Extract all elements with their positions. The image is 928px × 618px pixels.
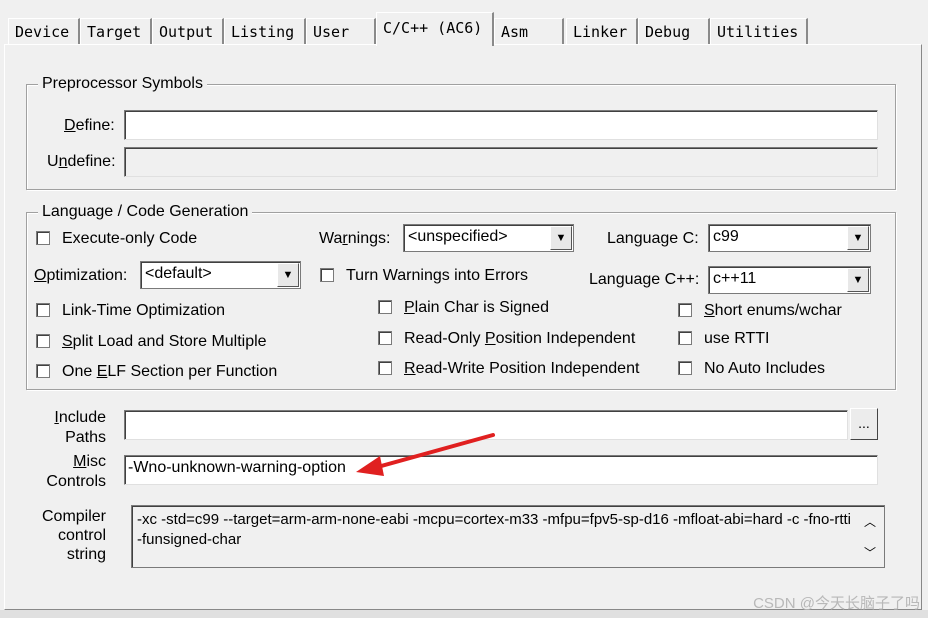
turn-warnings-into-errors-label: Turn Warnings into Errors <box>346 267 528 284</box>
tab-listing[interactable]: Listing <box>224 18 306 44</box>
read-only-position-independent-label: Read-Only Position Independent <box>404 330 636 347</box>
no-auto-includes-checkbox[interactable]: No Auto Includes <box>678 359 825 379</box>
tab-linker[interactable]: Linker <box>566 18 638 44</box>
turn-warnings-into-errors-checkbox[interactable]: Turn Warnings into Errors <box>320 266 528 286</box>
checkbox-box <box>378 361 392 375</box>
split-load-store-checkbox[interactable]: Split Load and Store Multiple <box>36 332 267 352</box>
bottom-strip <box>0 610 928 618</box>
optimization-label: Optimization: <box>34 267 128 284</box>
checkbox-box <box>36 303 50 317</box>
misc-controls-input[interactable]: -Wno-unknown-warning-option <box>124 455 878 485</box>
language-c-value: c99 <box>713 228 739 245</box>
preprocessor-symbols-title: Preprocessor Symbols <box>38 75 207 93</box>
chevron-down-icon[interactable]: ▼ <box>847 226 869 250</box>
chevron-down-icon[interactable]: ﹀ <box>860 543 880 563</box>
use-rtti-checkbox[interactable]: use RTTI <box>678 329 770 349</box>
include-paths-label-line2: Paths <box>65 429 106 446</box>
checkbox-box <box>36 334 50 348</box>
chevron-down-icon[interactable]: ▼ <box>277 263 299 287</box>
short-enums-checkbox[interactable]: Short enums/wchar <box>678 301 842 321</box>
include-paths-label: Include <box>54 409 106 426</box>
checkbox-box <box>378 331 392 345</box>
language-cpp-value: c++11 <box>713 270 757 287</box>
tab-debug[interactable]: Debug <box>638 18 710 44</box>
tab-c-cpp-ac6[interactable]: C/C++ (AC6) <box>376 12 494 46</box>
optimization-select[interactable]: <default> ▼ <box>140 261 301 289</box>
compiler-control-text: -xc -std=c99 --target=arm-arm-none-eabi … <box>137 511 852 548</box>
one-elf-section-label: One ELF Section per Function <box>62 363 278 380</box>
tab-device[interactable]: Device <box>8 18 80 44</box>
read-write-position-independent-checkbox[interactable]: Read-Write Position Independent <box>378 359 639 379</box>
read-write-position-independent-label: Read-Write Position Independent <box>404 360 640 377</box>
annotation-arrow-icon <box>356 433 495 476</box>
link-time-optimization-checkbox[interactable]: Link-Time Optimization <box>36 301 225 321</box>
chevron-up-icon[interactable]: ︿ <box>860 512 880 532</box>
compiler-control-label: Compiler <box>41 508 106 525</box>
warnings-select[interactable]: <unspecified> ▼ <box>403 224 574 252</box>
one-elf-section-checkbox[interactable]: One ELF Section per Function <box>36 362 277 382</box>
checkbox-box <box>378 300 392 314</box>
tab-output[interactable]: Output <box>152 18 224 44</box>
optimization-value: <default> <box>145 265 212 282</box>
warnings-value: <unspecified> <box>408 228 508 245</box>
language-c-label: Language C: <box>607 230 699 247</box>
misc-controls-label-line2: Controls <box>46 473 106 490</box>
tab-bar: Device Target Output Listing User C/C++ … <box>0 0 928 46</box>
tab-target[interactable]: Target <box>80 18 152 44</box>
checkbox-box <box>678 303 692 317</box>
define-label: Define: <box>64 117 115 134</box>
compiler-control-string[interactable]: -xc -std=c99 --target=arm-arm-none-eabi … <box>131 505 885 568</box>
no-auto-includes-label: No Auto Includes <box>704 360 825 377</box>
read-only-position-independent-checkbox[interactable]: Read-Only Position Independent <box>378 329 635 349</box>
tab-utilities[interactable]: Utilities <box>710 18 808 44</box>
checkbox-box <box>678 361 692 375</box>
execute-only-code-checkbox[interactable]: Execute-only Code <box>36 229 197 249</box>
execute-only-code-label: Execute-only Code <box>62 230 198 247</box>
warnings-label: Warnings: <box>319 230 391 247</box>
plain-char-signed-checkbox[interactable]: Plain Char is Signed <box>378 298 549 318</box>
plain-char-signed-label: Plain Char is Signed <box>404 299 549 316</box>
checkbox-box <box>678 331 692 345</box>
misc-controls-label: Misc <box>73 453 106 470</box>
tab-user[interactable]: User <box>306 18 376 44</box>
tab-asm[interactable]: Asm <box>494 18 564 44</box>
define-input[interactable] <box>124 110 878 140</box>
language-cpp-label: Language C++: <box>589 271 700 288</box>
short-enums-label: Short enums/wchar <box>704 302 842 319</box>
chevron-down-icon[interactable]: ▼ <box>847 268 869 292</box>
use-rtti-label: use RTTI <box>704 330 770 347</box>
language-c-select[interactable]: c99 ▼ <box>708 224 871 252</box>
checkbox-box <box>36 364 50 378</box>
undefine-input[interactable] <box>124 147 878 177</box>
checkbox-box <box>320 268 334 282</box>
compiler-control-label-line2: control <box>57 527 106 544</box>
link-time-optimization-label: Link-Time Optimization <box>62 302 226 319</box>
language-cpp-select[interactable]: c++11 ▼ <box>708 266 871 294</box>
undefine-label: Undefine: <box>47 153 116 170</box>
chevron-down-icon[interactable]: ▼ <box>550 226 572 250</box>
compiler-control-label-line3: string <box>66 546 106 563</box>
language-code-generation-title: Language / Code Generation <box>38 203 253 221</box>
split-load-store-label: Split Load and Store Multiple <box>62 333 267 350</box>
browse-button[interactable]: ... <box>850 408 878 440</box>
checkbox-box <box>36 231 50 245</box>
